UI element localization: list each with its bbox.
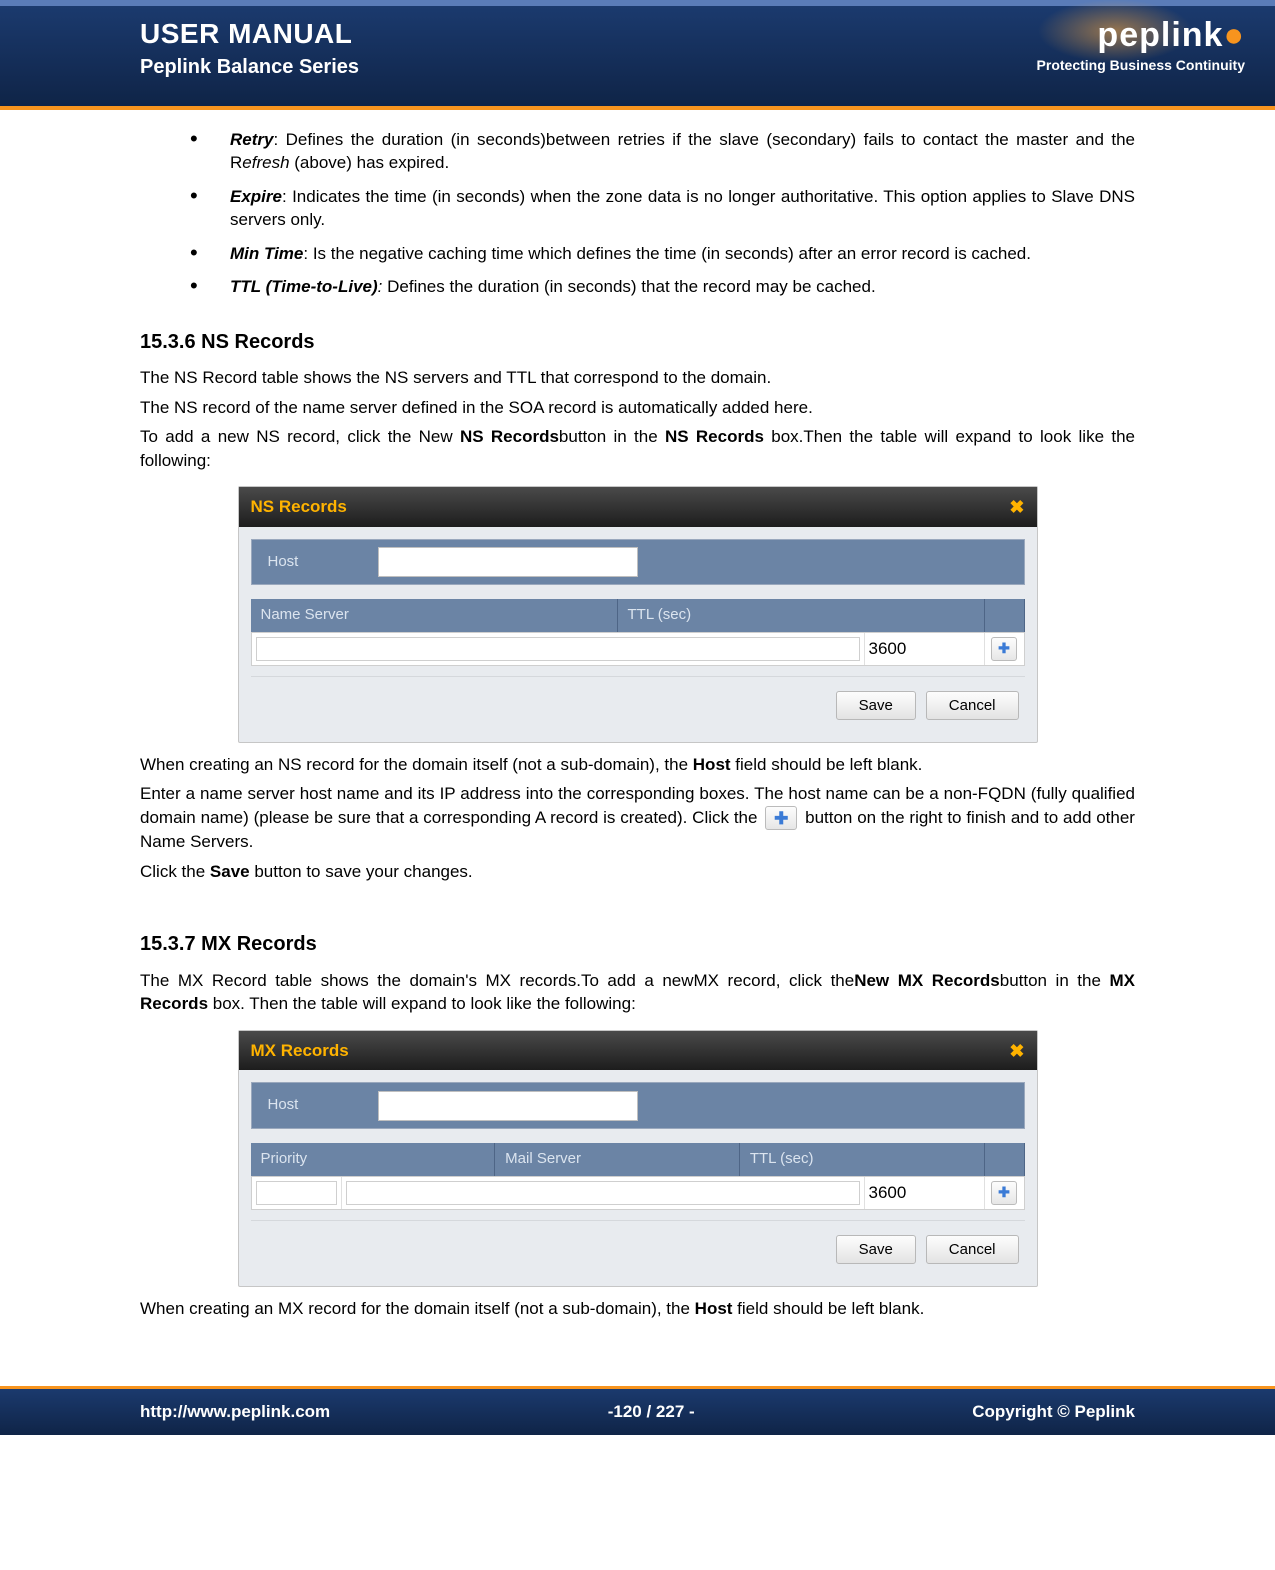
mx-p1: The MX Record table shows the domain's M… [140, 969, 1135, 1016]
mx-ttl-label: TTL (sec) [740, 1143, 985, 1176]
mx-panel-title: MX Records [251, 1041, 349, 1060]
mx-columns-header: Priority Mail Server TTL (sec) [251, 1143, 1025, 1176]
mx-host-label: Host [258, 1089, 378, 1122]
ns-records-panel: NS Records ✖ Host Name Server TTL (sec) … [238, 486, 1038, 743]
ns-after1: When creating an NS record for the domai… [140, 753, 1135, 776]
page-footer: http://www.peplink.com -120 / 227 - Copy… [0, 1389, 1275, 1435]
ns-p1: The NS Record table shows the NS servers… [140, 366, 1135, 389]
mx-priority-input[interactable] [256, 1181, 337, 1205]
mx-host-row: Host [251, 1082, 1025, 1129]
ns-ttl-label: TTL (sec) [618, 599, 985, 632]
add-mx-button[interactable]: ✚ [991, 1181, 1017, 1205]
ns-ttl-value: 3600 [864, 633, 984, 665]
ns-panel-title: NS Records [251, 497, 347, 516]
mx-records-heading: 15.3.7 MX Records [140, 931, 1135, 959]
mx-host-input[interactable] [378, 1091, 638, 1121]
brand-logo: peplink● Protecting Business Continuity [1037, 16, 1245, 73]
mx-save-button[interactable]: Save [836, 1235, 916, 1264]
mx-records-panel: MX Records ✖ Host Priority Mail Server T… [238, 1030, 1038, 1287]
ns-panel-header: NS Records ✖ [239, 487, 1037, 526]
ns-name-server-input[interactable] [256, 637, 860, 661]
ns-host-input[interactable] [378, 547, 638, 577]
ns-save-button[interactable]: Save [836, 691, 916, 720]
brand-name: peplink [1097, 16, 1223, 54]
ns-host-row: Host [251, 539, 1025, 586]
mx-after1: When creating an MX record for the domai… [140, 1297, 1135, 1320]
bullet-retry: Retry: Defines the duration (in seconds)… [190, 128, 1135, 175]
bullet-expire: Expire: Indicates the time (in seconds) … [190, 185, 1135, 232]
mx-panel-header: MX Records ✖ [239, 1031, 1037, 1070]
ns-row: 3600 ✚ [251, 632, 1025, 666]
footer-page: -120 / 227 - [608, 1402, 695, 1422]
manual-subtitle: Peplink Balance Series [140, 56, 359, 79]
plus-icon: ✚ [765, 806, 797, 830]
close-icon[interactable]: ✖ [1009, 495, 1024, 520]
footer-copy: Copyright © Peplink [972, 1402, 1135, 1422]
ns-columns-header: Name Server TTL (sec) [251, 599, 1025, 632]
mx-mail-server-input[interactable] [346, 1181, 860, 1205]
ns-after2: Enter a name server host name and its IP… [140, 782, 1135, 853]
bullet-min-time: Min Time: Is the negative caching time w… [190, 242, 1135, 265]
brand-tagline: Protecting Business Continuity [1037, 57, 1245, 73]
ns-p3: To add a new NS record, click the New NS… [140, 425, 1135, 472]
page-header: USER MANUAL Peplink Balance Series pepli… [0, 0, 1275, 110]
mx-cancel-button[interactable]: Cancel [926, 1235, 1019, 1264]
manual-title: USER MANUAL [140, 18, 359, 50]
close-icon[interactable]: ✖ [1009, 1039, 1024, 1064]
mx-ttl-value: 3600 [864, 1177, 984, 1209]
footer-url: http://www.peplink.com [140, 1402, 330, 1422]
ns-name-server-label: Name Server [251, 599, 618, 632]
definition-list: Retry: Defines the duration (in seconds)… [190, 128, 1135, 299]
ns-cancel-button[interactable]: Cancel [926, 691, 1019, 720]
ns-host-label: Host [258, 546, 378, 579]
ns-records-heading: 15.3.6 NS Records [140, 329, 1135, 357]
mx-row: 3600 ✚ [251, 1176, 1025, 1210]
mx-mail-server-label: Mail Server [495, 1143, 740, 1176]
ns-p2: The NS record of the name server defined… [140, 396, 1135, 419]
bullet-ttl: TTL (Time-to-Live): Defines the duration… [190, 275, 1135, 298]
ns-after4: Click the Save button to save your chang… [140, 860, 1135, 883]
add-ns-button[interactable]: ✚ [991, 637, 1017, 661]
mx-priority-label: Priority [251, 1143, 496, 1176]
